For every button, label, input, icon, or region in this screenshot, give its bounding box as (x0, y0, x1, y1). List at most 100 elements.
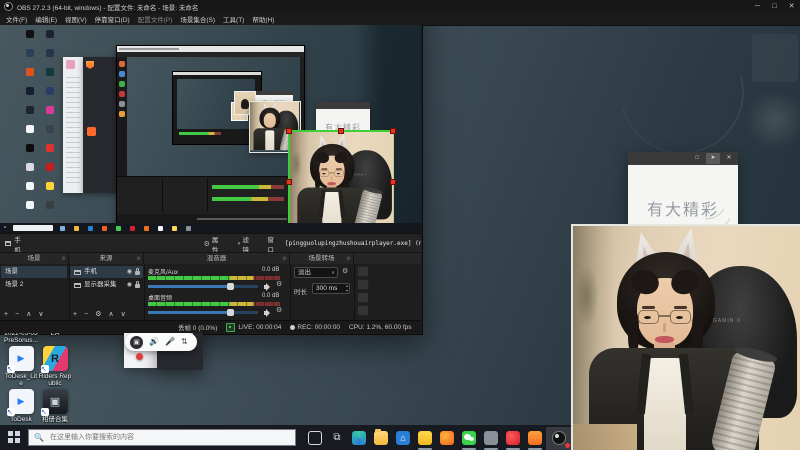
menu-help[interactable]: 帮助(H) (252, 14, 274, 24)
wall-smudge (575, 264, 599, 328)
mixer-channel-db: 0.0 dB (262, 293, 280, 299)
taskbar-icon-store[interactable] (394, 429, 412, 447)
channel-gear-icon[interactable]: ⚙ (276, 306, 282, 314)
slider-knob[interactable] (227, 309, 235, 316)
desktop-icon-todesk-lite[interactable]: ToDesk_Lite (4, 346, 38, 387)
close-button[interactable] (783, 0, 800, 13)
remove-source-button[interactable] (84, 311, 88, 318)
move-source-down-button[interactable] (121, 310, 126, 318)
control-button[interactable] (357, 292, 369, 303)
maximize-button[interactable] (766, 0, 783, 13)
mixer-channel-name: 麦克风/Aux (148, 270, 179, 276)
menu-file[interactable]: 文件(F) (6, 14, 27, 24)
add-scene-button[interactable] (4, 311, 8, 318)
menu-edit[interactable]: 编辑(E) (35, 14, 57, 24)
volume-slider[interactable] (148, 283, 258, 290)
desktop-icon-riders-republic[interactable]: Riders Republic (38, 346, 72, 387)
menu-profile[interactable]: 配置文件(P) (138, 14, 173, 24)
camera-button[interactable] (130, 335, 143, 349)
taskbar-icon-gray-app[interactable] (482, 429, 500, 450)
speaker-icon[interactable]: 🔊 (149, 333, 159, 351)
preview-mini-contact-window (63, 57, 83, 193)
scene-item[interactable]: 场景 2 (1, 279, 67, 291)
webcam-window[interactable]: GAMIN X (571, 224, 800, 450)
scene-item[interactable]: 场景 (1, 266, 67, 278)
mini-icon (26, 144, 34, 152)
window-dropdown-value[interactable]: [pingguolupingzhushouairplayer.exe] (nul… (285, 240, 421, 247)
overlay-panel-titlebar[interactable]: □ ➤ ✕ (628, 152, 738, 165)
sliders-icon[interactable]: ⇅ (181, 333, 188, 351)
taskbar-icon-wechat[interactable] (460, 429, 478, 450)
control-button[interactable] (357, 305, 369, 316)
selection-handle[interactable] (390, 179, 396, 185)
photos-icon (40, 389, 68, 416)
transition-select[interactable]: 淡出 (294, 267, 338, 278)
transition-gear-icon[interactable]: ⚙ (342, 267, 348, 275)
microphone-icon[interactable]: 🎤 (165, 333, 175, 351)
lock-icon[interactable] (135, 268, 140, 275)
taskbar-icon-file-explorer[interactable] (372, 429, 390, 447)
menu-tools[interactable]: 工具(T) (223, 14, 244, 24)
taskbar-icon-cortana[interactable] (306, 429, 324, 447)
mini-icon (46, 30, 54, 38)
wallpaper-highlight (745, 90, 800, 150)
channel-gear-icon[interactable]: ⚙ (276, 280, 282, 288)
filters-button[interactable]: 滤镜 (237, 234, 254, 254)
search-input[interactable] (47, 433, 272, 442)
taskbar-icon-firefox[interactable] (438, 429, 456, 447)
minimize-button[interactable] (749, 0, 766, 13)
obs-preview-canvas[interactable]: 有大精彩 有大精彩 (0, 25, 421, 233)
move-scene-up-button[interactable] (26, 310, 31, 318)
move-scene-down-button[interactable] (38, 310, 43, 318)
desktop-icon-photos[interactable]: 相册合集 (38, 389, 72, 423)
shirt (644, 358, 686, 450)
source-item[interactable]: 手机 (70, 266, 143, 278)
speaker-icon[interactable] (264, 309, 272, 317)
visibility-eye-icon[interactable] (127, 266, 132, 278)
slider-knob[interactable] (227, 283, 235, 290)
taskbar-icon-edge[interactable] (350, 429, 368, 447)
taskbar-icon-task-view[interactable] (328, 429, 346, 447)
speaker-icon[interactable] (264, 283, 272, 291)
volume-slider[interactable] (148, 309, 258, 316)
visibility-eye-icon[interactable] (127, 279, 132, 291)
restore-icon[interactable]: □ (690, 153, 704, 164)
mini-taskbar-icon (186, 225, 191, 231)
eye-left (322, 172, 326, 175)
desktop-icon-todesk[interactable]: ToDesk (4, 389, 38, 423)
lock-icon[interactable] (135, 281, 140, 288)
menu-scene-collection[interactable]: 场景集合(S) (180, 14, 215, 24)
obs-titlebar[interactable]: OBS 27.2.3 (64-bit, windows) - 配置文件: 未命名… (0, 0, 800, 13)
remove-scene-button[interactable] (15, 311, 19, 318)
selection-handle[interactable] (338, 128, 344, 134)
selection-handle[interactable] (286, 128, 292, 134)
mini-obs-docks (117, 176, 304, 215)
selected-webcam-source[interactable]: GAMIN X (286, 128, 396, 233)
taskbar-icon-biped[interactable] (416, 429, 434, 450)
duration-input[interactable]: 300 ms (312, 283, 350, 294)
mini-dock-divider (162, 178, 163, 212)
menu-docks[interactable]: 停靠窗口(D) (95, 14, 130, 24)
taskbar-search[interactable]: 🔍 (28, 429, 296, 446)
taskbar-icon-orange-app[interactable] (526, 429, 544, 450)
close-icon[interactable]: ✕ (722, 153, 736, 164)
start-button[interactable] (8, 431, 20, 443)
source-item[interactable]: 显示器采集 (70, 279, 143, 291)
control-button[interactable] (357, 266, 369, 277)
glasses-bridge (659, 315, 670, 317)
window-source-icon (74, 269, 81, 275)
menu-view[interactable]: 视图(V) (65, 14, 87, 24)
taskbar-icon-red-app[interactable] (504, 429, 522, 450)
source-properties-button[interactable] (95, 310, 101, 318)
control-button[interactable] (357, 279, 369, 290)
selection-handle[interactable] (390, 128, 396, 134)
taskbar-icon-obs-active[interactable] (546, 427, 572, 450)
mini-icon (26, 182, 34, 190)
add-source-button[interactable] (73, 311, 77, 318)
move-source-up-button[interactable] (108, 310, 113, 318)
cursor-tool-icon[interactable]: ➤ (706, 153, 720, 164)
window-dropdown-label: 窗口 (267, 236, 274, 254)
selection-handle[interactable] (286, 179, 292, 185)
properties-button[interactable]: 属性 (204, 234, 223, 254)
shortcut-arrow-icon (40, 365, 49, 373)
